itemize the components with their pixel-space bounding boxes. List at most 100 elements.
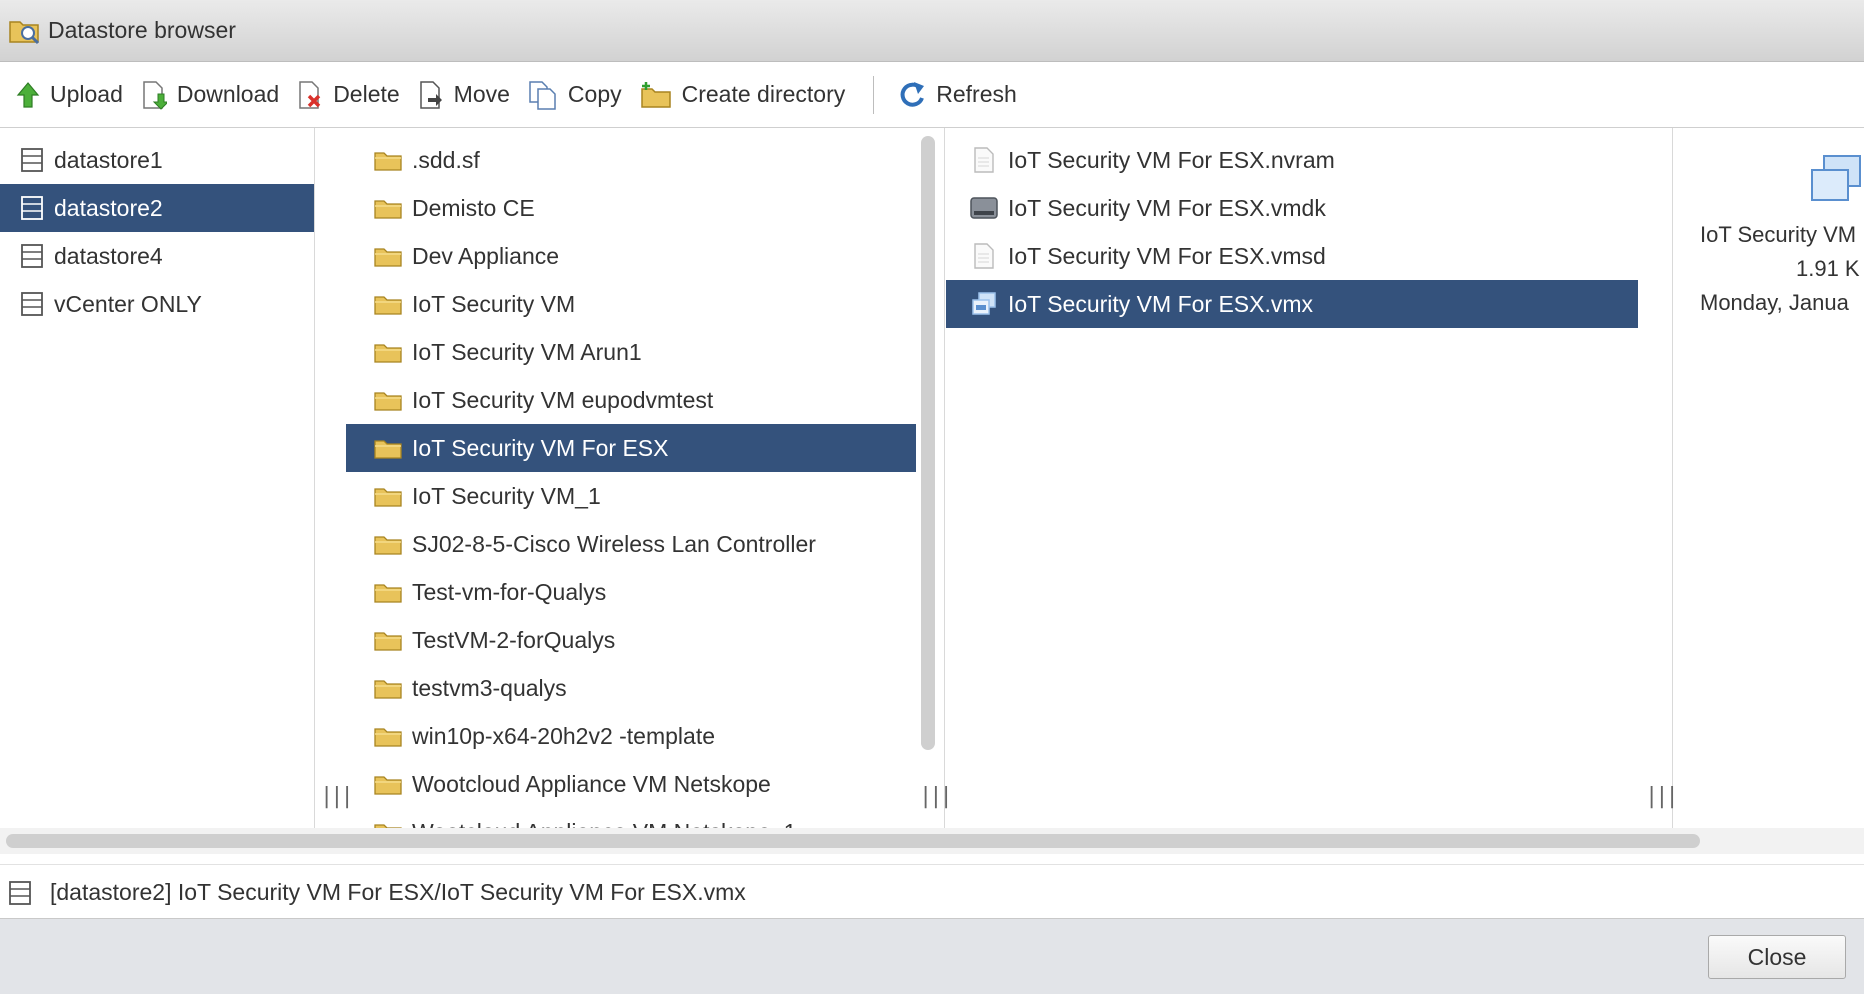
datastore-icon xyxy=(8,880,32,906)
folder-icon xyxy=(370,773,406,795)
datastore-item-label: datastore1 xyxy=(54,146,163,173)
folder-icon xyxy=(370,629,406,651)
folder-icon xyxy=(370,341,406,363)
folder-item[interactable]: testvm3-qualys xyxy=(346,664,916,712)
folder-icon xyxy=(370,293,406,315)
folder-icon xyxy=(370,149,406,171)
folder-item[interactable]: IoT Security VM eupodvmtest xyxy=(346,376,916,424)
datastore-icon xyxy=(16,291,48,317)
download-button[interactable]: Download xyxy=(141,73,279,117)
folder-item-label: IoT Security VM Arun1 xyxy=(412,338,642,365)
file-item[interactable]: IoT Security VM For ESX.vmsd xyxy=(946,232,1638,280)
vm-config-icon xyxy=(966,291,1002,317)
datastore-item[interactable]: datastore2 xyxy=(0,184,314,232)
folder-item[interactable]: IoT Security VM For ESX xyxy=(346,424,916,472)
folder-item[interactable]: IoT Security VM Arun1 xyxy=(346,328,916,376)
folder-icon xyxy=(370,197,406,219)
delete-icon xyxy=(299,80,321,109)
folder-item[interactable]: IoT Security VM_1 xyxy=(346,472,916,520)
move-icon xyxy=(419,80,442,109)
info-size: 1.91 K xyxy=(1796,256,1860,281)
datastore-item-label: vCenter ONLY xyxy=(54,290,202,317)
create-directory-label: Create directory xyxy=(681,81,846,107)
datastore-icon xyxy=(16,147,48,173)
folder-icon xyxy=(370,725,406,747)
folder-item-label: .sdd.sf xyxy=(412,146,480,173)
download-icon xyxy=(143,80,167,110)
datastore-item[interactable]: datastore1 xyxy=(0,136,314,184)
file-item-label: IoT Security VM For ESX.nvram xyxy=(1008,146,1335,173)
create-directory-button[interactable]: Create directory xyxy=(640,73,846,117)
path-bar: [datastore2] IoT Security VM For ESX/IoT… xyxy=(0,864,1864,920)
document-icon xyxy=(966,242,1002,270)
toolbar-separator xyxy=(873,75,875,114)
refresh-label: Refresh xyxy=(936,81,1017,107)
folder-list: .sdd.sf Demisto CE Dev Appliance IoT Securi… xyxy=(346,128,916,828)
folder-icon xyxy=(370,581,406,603)
folder-icon xyxy=(370,533,406,555)
datastore-item[interactable]: vCenter ONLY xyxy=(0,280,314,328)
folder-item-label: IoT Security VM_1 xyxy=(412,482,601,509)
folder-item-label: Wootcloud Appliance VM Netskope_1 xyxy=(412,819,796,829)
copy-label: Copy xyxy=(567,81,622,107)
file-item[interactable]: IoT Security VM For ESX.vmdk xyxy=(946,184,1638,232)
browser-panes: datastore1 datastore2 datastore4 vCenter ON… xyxy=(0,128,1864,828)
vm-file-icon xyxy=(1808,152,1864,214)
folder-list-scrollbar[interactable] xyxy=(921,136,935,750)
folder-item[interactable]: TestVM-2-forQualys xyxy=(346,616,916,664)
refresh-button[interactable]: Refresh xyxy=(898,73,1017,117)
window-title: Datastore browser xyxy=(48,17,236,43)
upload-label: Upload xyxy=(50,81,123,107)
file-item-label: IoT Security VM For ESX.vmx xyxy=(1008,290,1314,317)
delete-label: Delete xyxy=(333,81,400,107)
datastore-icon xyxy=(16,195,48,221)
file-item[interactable]: IoT Security VM For ESX.nvram xyxy=(946,136,1638,184)
toolbar: Upload Download Delete Move Copy Create … xyxy=(0,62,1864,128)
file-item-label: IoT Security VM For ESX.vmsd xyxy=(1008,242,1326,269)
datastore-icon xyxy=(16,243,48,269)
folder-item-label: win10p-x64-20h2v2 -template xyxy=(412,722,716,749)
datastore-item[interactable]: datastore4 xyxy=(0,232,314,280)
datastore-browser-icon xyxy=(8,16,42,46)
new-folder-icon xyxy=(640,81,671,108)
folder-item-label: Test-vm-for-Qualys xyxy=(412,578,607,605)
copy-button[interactable]: Copy xyxy=(528,73,622,117)
selected-file-path: [datastore2] IoT Security VM For ESX/IoT… xyxy=(50,879,746,905)
folder-icon xyxy=(370,677,406,699)
folder-item-label: IoT Security VM For ESX xyxy=(412,434,669,461)
file-item[interactable]: IoT Security VM For ESX.vmx xyxy=(946,280,1638,328)
info-date: Monday, Janua xyxy=(1700,290,1849,315)
pane-divider xyxy=(944,128,945,828)
folder-item-label: Demisto CE xyxy=(412,194,535,221)
horizontal-scrollbar[interactable] xyxy=(6,834,1700,848)
folder-icon xyxy=(370,821,406,828)
folder-item[interactable]: win10p-x64-20h2v2 -template xyxy=(346,712,916,760)
datastore-item-label: datastore4 xyxy=(54,242,163,269)
delete-button[interactable]: Delete xyxy=(297,73,400,117)
file-info-panel: IoT Security VM 1.91 K Monday, Janua xyxy=(1672,128,1864,828)
folder-item[interactable]: Demisto CE xyxy=(346,184,916,232)
folder-item[interactable]: Wootcloud Appliance VM Netskope xyxy=(346,760,916,808)
folder-icon xyxy=(370,437,406,459)
folder-item[interactable]: SJ02-8-5-Cisco Wireless Lan Controller xyxy=(346,520,916,568)
upload-button[interactable]: Upload xyxy=(16,73,123,117)
pane-divider xyxy=(314,128,315,828)
folder-item[interactable]: .sdd.sf xyxy=(346,136,916,184)
folder-item-label: TestVM-2-forQualys xyxy=(412,626,616,653)
file-list: IoT Security VM For ESX.nvram IoT Securit… xyxy=(946,128,1640,828)
folder-item-label: IoT Security VM eupodvmtest xyxy=(412,386,714,413)
folder-item[interactable]: IoT Security VM xyxy=(346,280,916,328)
info-filename: IoT Security VM xyxy=(1700,222,1857,247)
move-button[interactable]: Move xyxy=(418,73,510,117)
folder-item[interactable]: Dev Appliance xyxy=(346,232,916,280)
folder-icon xyxy=(370,485,406,507)
upload-arrow-icon xyxy=(16,81,40,108)
folder-item-label: Wootcloud Appliance VM Netskope xyxy=(412,770,771,797)
horizontal-scrollbar-track xyxy=(0,828,1864,854)
folder-item[interactable]: Test-vm-for-Qualys xyxy=(346,568,916,616)
datastore-item-label: datastore2 xyxy=(54,194,163,221)
download-label: Download xyxy=(176,81,280,107)
folder-item[interactable]: Wootcloud Appliance VM Netskope_1 xyxy=(346,808,916,828)
title-bar: Datastore browser xyxy=(0,0,1864,62)
close-button[interactable]: Close xyxy=(1708,935,1846,979)
